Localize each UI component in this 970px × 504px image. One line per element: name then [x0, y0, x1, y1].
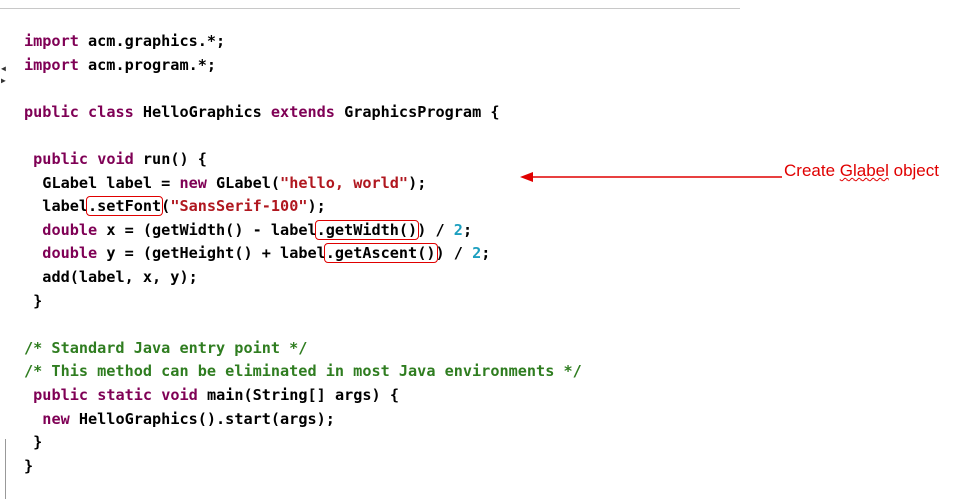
code-token: HelloGraphics().start(args); — [69, 409, 335, 428]
number-token: 2 — [472, 244, 482, 263]
code-token: } — [33, 433, 43, 452]
code-line: import acm.graphics.*; — [24, 30, 582, 54]
code-line: add(label, x, y); — [24, 266, 582, 290]
annotation-prefix: Create — [784, 161, 840, 180]
keyword-token: extends — [270, 102, 335, 121]
code-line: import acm.program.*; — [24, 54, 582, 78]
keyword-token: void — [97, 149, 134, 168]
keyword-token: new — [179, 173, 207, 192]
gutter-marker — [5, 439, 6, 499]
comment-token: /* Standard Java entry point */ — [24, 338, 308, 357]
keyword-token: static — [97, 385, 153, 404]
code-line: } — [24, 290, 582, 314]
keyword-token: import — [24, 55, 79, 74]
highlighted-method-call: .getAscent() — [323, 243, 438, 264]
code-line: public class HelloGraphics extends Graph… — [24, 101, 582, 125]
code-line: new HelloGraphics().start(args); — [24, 408, 582, 432]
code-token: y = (getHeight() + label — [97, 244, 326, 263]
code-line: GLabel label = new GLabel("hello, world"… — [24, 172, 582, 196]
code-token: ); — [307, 197, 326, 216]
string-token: "SansSerif-100" — [170, 197, 308, 216]
keyword-token: public — [33, 149, 89, 168]
code-line: /* Standard Java entry point */ — [24, 337, 582, 361]
annotation-arrow-head — [520, 172, 533, 182]
code-editor[interactable]: import acm.graphics.*; import acm.program… — [24, 30, 582, 478]
code-token: GLabel label = — [42, 173, 180, 192]
keyword-token: double — [42, 244, 98, 263]
keyword-token: public — [24, 102, 79, 121]
code-line: } — [24, 431, 582, 455]
code-token: ; — [481, 244, 491, 263]
annotation-arrow — [520, 172, 782, 182]
code-line: double y = (getHeight() + label.getAscen… — [24, 242, 582, 266]
comment-token: /* This method can be eliminated in most… — [24, 362, 582, 381]
annotation-label: Create Glabel object — [784, 161, 939, 181]
code-line: double x = (getWidth() - label.getWidth(… — [24, 219, 582, 243]
collapse-left-icon[interactable]: ◀ — [1, 65, 6, 73]
code-token: GLabel( — [206, 173, 281, 192]
code-token: run() { — [133, 149, 207, 168]
code-token: } — [33, 291, 43, 310]
editor-top-border — [0, 8, 740, 9]
code-line: label.setFont("SansSerif-100"); — [24, 195, 582, 219]
code-token: ); — [408, 173, 427, 192]
number-token: 2 — [453, 220, 463, 239]
code-token: main(String[] args) { — [197, 385, 399, 404]
code-line: public void run() { — [24, 148, 582, 172]
keyword-token: double — [42, 220, 98, 239]
annotation-word: Glabel — [839, 161, 889, 180]
code-token: GraphicsProgram { — [334, 102, 500, 121]
code-line: public static void main(String[] args) { — [24, 384, 582, 408]
annotation-suffix: object — [888, 161, 939, 180]
code-token: x = (getWidth() - label — [97, 220, 317, 239]
code-token: acm.program.*; — [78, 55, 217, 74]
keyword-token: new — [42, 409, 70, 428]
keyword-token: class — [88, 102, 134, 121]
code-token: ) / — [417, 220, 454, 239]
expand-right-icon[interactable]: ▶ — [1, 77, 6, 85]
editor-gutter: ◀ ▶ — [0, 9, 6, 504]
code-token: label — [42, 197, 89, 216]
code-token: HelloGraphics — [133, 102, 271, 121]
highlighted-method-call: .getWidth() — [314, 219, 420, 240]
code-token: ) / — [435, 244, 473, 263]
code-line: } — [24, 455, 582, 479]
keyword-token: void — [161, 385, 198, 404]
keyword-token: import — [24, 32, 79, 50]
code-line: /* This method can be eliminated in most… — [24, 360, 582, 384]
string-token: "hello, world" — [280, 173, 409, 192]
code-token: } — [24, 456, 34, 475]
keyword-token: public — [33, 385, 89, 404]
highlighted-method-call: .setFont — [86, 196, 164, 217]
code-token: add(label, x, y); — [42, 267, 198, 286]
code-token: ( — [161, 197, 171, 216]
code-token: acm.graphics.*; — [78, 32, 226, 50]
code-token: ; — [462, 220, 473, 239]
